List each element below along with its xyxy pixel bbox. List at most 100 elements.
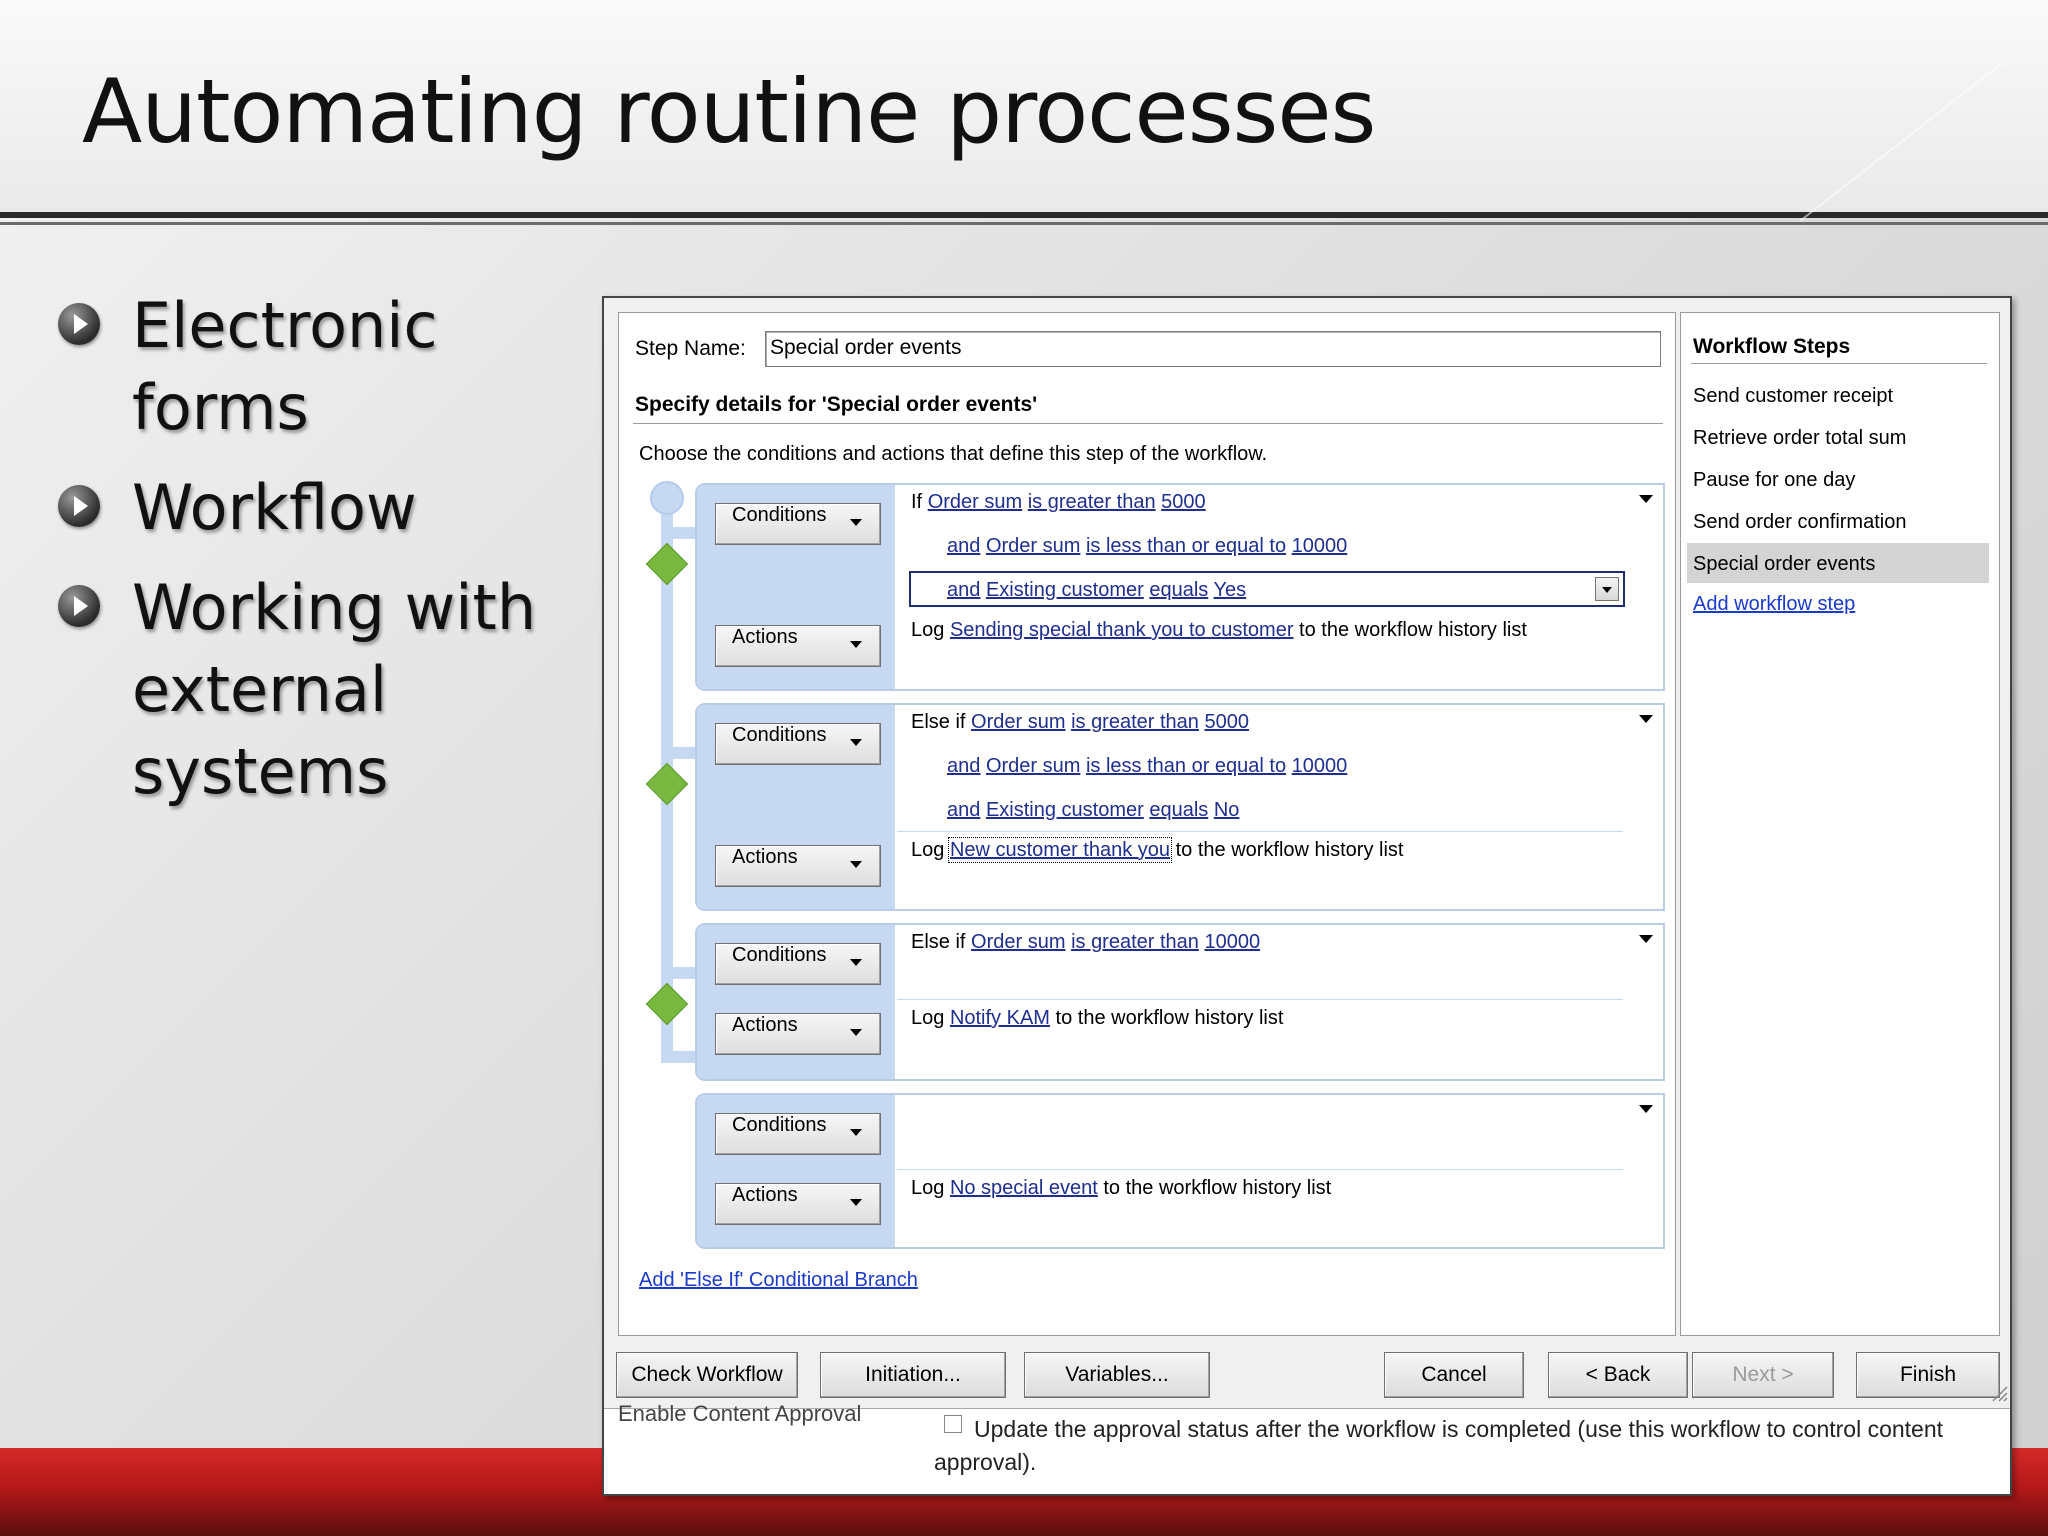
bullet-item: Working with external systems bbox=[56, 567, 576, 813]
condition-conjunction-link[interactable]: and bbox=[947, 579, 980, 601]
actions-button[interactable]: Actions bbox=[715, 1013, 881, 1055]
conditions-button[interactable]: Conditions bbox=[715, 943, 881, 985]
action-message-link[interactable]: Notify KAM bbox=[950, 1007, 1050, 1029]
workflow-step-item-selected[interactable]: Special order events bbox=[1693, 553, 1875, 576]
conditions-button[interactable]: Conditions bbox=[715, 723, 881, 765]
bullet-item: Electronic forms bbox=[56, 285, 576, 449]
action-suffix: to the workflow history list bbox=[1103, 1177, 1332, 1199]
actions-label: Actions bbox=[732, 626, 798, 648]
actions-label: Actions bbox=[732, 846, 798, 868]
condition-field-link[interactable]: Order sum bbox=[928, 491, 1022, 513]
condition-operator-link[interactable]: is greater than bbox=[1028, 491, 1156, 513]
conditions-actions-separator bbox=[897, 1169, 1623, 1170]
condition-field-link[interactable]: Order sum bbox=[971, 711, 1065, 733]
dropdown-caret-icon bbox=[850, 959, 862, 966]
conditions-button[interactable]: Conditions bbox=[715, 1113, 881, 1155]
conditions-label: Conditions bbox=[732, 724, 827, 746]
actions-label: Actions bbox=[732, 1014, 798, 1036]
condition-field-link[interactable]: Existing customer bbox=[986, 799, 1144, 821]
action-line: Log New customer thank you to the workfl… bbox=[911, 837, 1404, 863]
condition-value-link[interactable]: No bbox=[1214, 799, 1240, 821]
actions-button[interactable]: Actions bbox=[715, 845, 881, 887]
workflow-step-item[interactable]: Send customer receipt bbox=[1693, 385, 1893, 408]
title-divider bbox=[0, 212, 2048, 218]
condition-field-link[interactable]: Order sum bbox=[986, 535, 1080, 557]
condition-value-link[interactable]: 10000 bbox=[1292, 535, 1348, 557]
condition-value-link[interactable]: 10000 bbox=[1204, 931, 1260, 953]
step-name-label: Step Name: bbox=[635, 337, 746, 360]
conditions-label: Conditions bbox=[732, 1114, 827, 1136]
initiation-button[interactable]: Initiation... bbox=[820, 1352, 1006, 1398]
row-dropdown-icon[interactable] bbox=[1595, 577, 1619, 601]
condition-diamond-icon bbox=[645, 762, 689, 806]
conditional-branch-4: Conditions Actions Log No special event … bbox=[695, 1093, 1665, 1249]
divider bbox=[1691, 363, 1987, 364]
cancel-button[interactable]: Cancel bbox=[1384, 1352, 1524, 1398]
bullet-text: Workflow bbox=[132, 471, 417, 544]
condition-operator-link[interactable]: is greater than bbox=[1071, 711, 1199, 733]
bullet-item: Workflow bbox=[56, 467, 576, 549]
branch-menu-arrow-icon[interactable] bbox=[1639, 1105, 1653, 1113]
play-bullet-icon bbox=[58, 303, 100, 345]
dropdown-caret-icon bbox=[850, 739, 862, 746]
conditional-branch-1: Conditions Actions If Order sum is great… bbox=[695, 483, 1665, 691]
branch-menu-arrow-icon[interactable] bbox=[1639, 715, 1653, 723]
action-message-link[interactable]: Sending special thank you to customer bbox=[950, 619, 1294, 641]
bullet-list: Electronic forms Workflow Working with e… bbox=[56, 285, 576, 831]
condition-operator-link[interactable]: is less than or equal to bbox=[1086, 755, 1286, 777]
condition-line: If Order sum is greater than 5000 bbox=[911, 491, 1206, 514]
check-workflow-button[interactable]: Check Workflow bbox=[616, 1352, 798, 1398]
back-button[interactable]: < Back bbox=[1548, 1352, 1688, 1398]
condition-field-link[interactable]: Existing customer bbox=[986, 579, 1144, 601]
conditions-label: Conditions bbox=[732, 504, 827, 526]
action-suffix: to the workflow history list bbox=[1055, 1007, 1284, 1029]
next-button[interactable]: Next > bbox=[1692, 1352, 1834, 1398]
action-verb: Log bbox=[911, 619, 945, 641]
condition-conjunction-link[interactable]: and bbox=[947, 799, 980, 821]
variables-button[interactable]: Variables... bbox=[1024, 1352, 1210, 1398]
action-suffix: to the workflow history list bbox=[1175, 839, 1404, 861]
add-workflow-step-link[interactable]: Add workflow step bbox=[1693, 593, 1855, 616]
condition-operator-link[interactable]: equals bbox=[1149, 579, 1208, 601]
condition-conjunction-link[interactable]: and bbox=[947, 535, 980, 557]
condition-value-link[interactable]: 5000 bbox=[1204, 711, 1249, 733]
action-message-link[interactable]: No special event bbox=[950, 1177, 1098, 1199]
actions-button[interactable]: Actions bbox=[715, 625, 881, 667]
add-else-if-branch-link[interactable]: Add 'Else If' Conditional Branch bbox=[639, 1269, 918, 1292]
resize-grip-icon[interactable] bbox=[1990, 1384, 2008, 1402]
bullet-text: Working with external systems bbox=[132, 571, 537, 808]
condition-line: and Order sum is less than or equal to 1… bbox=[947, 755, 1347, 778]
step-name-input[interactable]: Special order events bbox=[765, 331, 1661, 367]
action-message-link[interactable]: New customer thank you bbox=[947, 837, 1173, 863]
branch-menu-arrow-icon[interactable] bbox=[1639, 495, 1653, 503]
dropdown-caret-icon bbox=[850, 1029, 862, 1036]
action-verb: Log bbox=[911, 839, 945, 861]
dropdown-caret-icon bbox=[850, 861, 862, 868]
condition-conjunction-link[interactable]: and bbox=[947, 755, 980, 777]
action-line: Log Notify KAM to the workflow history l… bbox=[911, 1007, 1283, 1030]
condition-value-link[interactable]: Yes bbox=[1213, 579, 1246, 601]
condition-field-link[interactable]: Order sum bbox=[986, 755, 1080, 777]
condition-field-link[interactable]: Order sum bbox=[971, 931, 1065, 953]
conditional-branch-2: Conditions Actions Else if Order sum is … bbox=[695, 703, 1665, 911]
workflow-step-item[interactable]: Send order confirmation bbox=[1693, 511, 1906, 534]
condition-operator-link[interactable]: is greater than bbox=[1071, 931, 1199, 953]
action-suffix: to the workflow history list bbox=[1299, 619, 1527, 641]
condition-line: Else if Order sum is greater than 5000 bbox=[911, 711, 1249, 734]
content-approval-text: Update the approval status after the wor… bbox=[934, 1416, 1944, 1475]
play-bullet-icon bbox=[58, 585, 100, 627]
condition-value-link[interactable]: 10000 bbox=[1292, 755, 1348, 777]
workflow-step-item[interactable]: Pause for one day bbox=[1693, 469, 1855, 492]
actions-button[interactable]: Actions bbox=[715, 1183, 881, 1225]
conditions-button[interactable]: Conditions bbox=[715, 503, 881, 545]
condition-operator-link[interactable]: is less than or equal to bbox=[1086, 535, 1286, 557]
condition-line: Else if Order sum is greater than 10000 bbox=[911, 931, 1260, 954]
condition-value-link[interactable]: 5000 bbox=[1161, 491, 1206, 513]
condition-operator-link[interactable]: equals bbox=[1149, 799, 1208, 821]
bullet-text: Electronic forms bbox=[132, 289, 438, 444]
branch-menu-arrow-icon[interactable] bbox=[1639, 935, 1653, 943]
specify-details-title: Specify details for 'Special order event… bbox=[635, 393, 1038, 416]
finish-button[interactable]: Finish bbox=[1856, 1352, 2000, 1398]
workflow-step-item[interactable]: Retrieve order total sum bbox=[1693, 427, 1906, 450]
dropdown-caret-icon bbox=[850, 1129, 862, 1136]
